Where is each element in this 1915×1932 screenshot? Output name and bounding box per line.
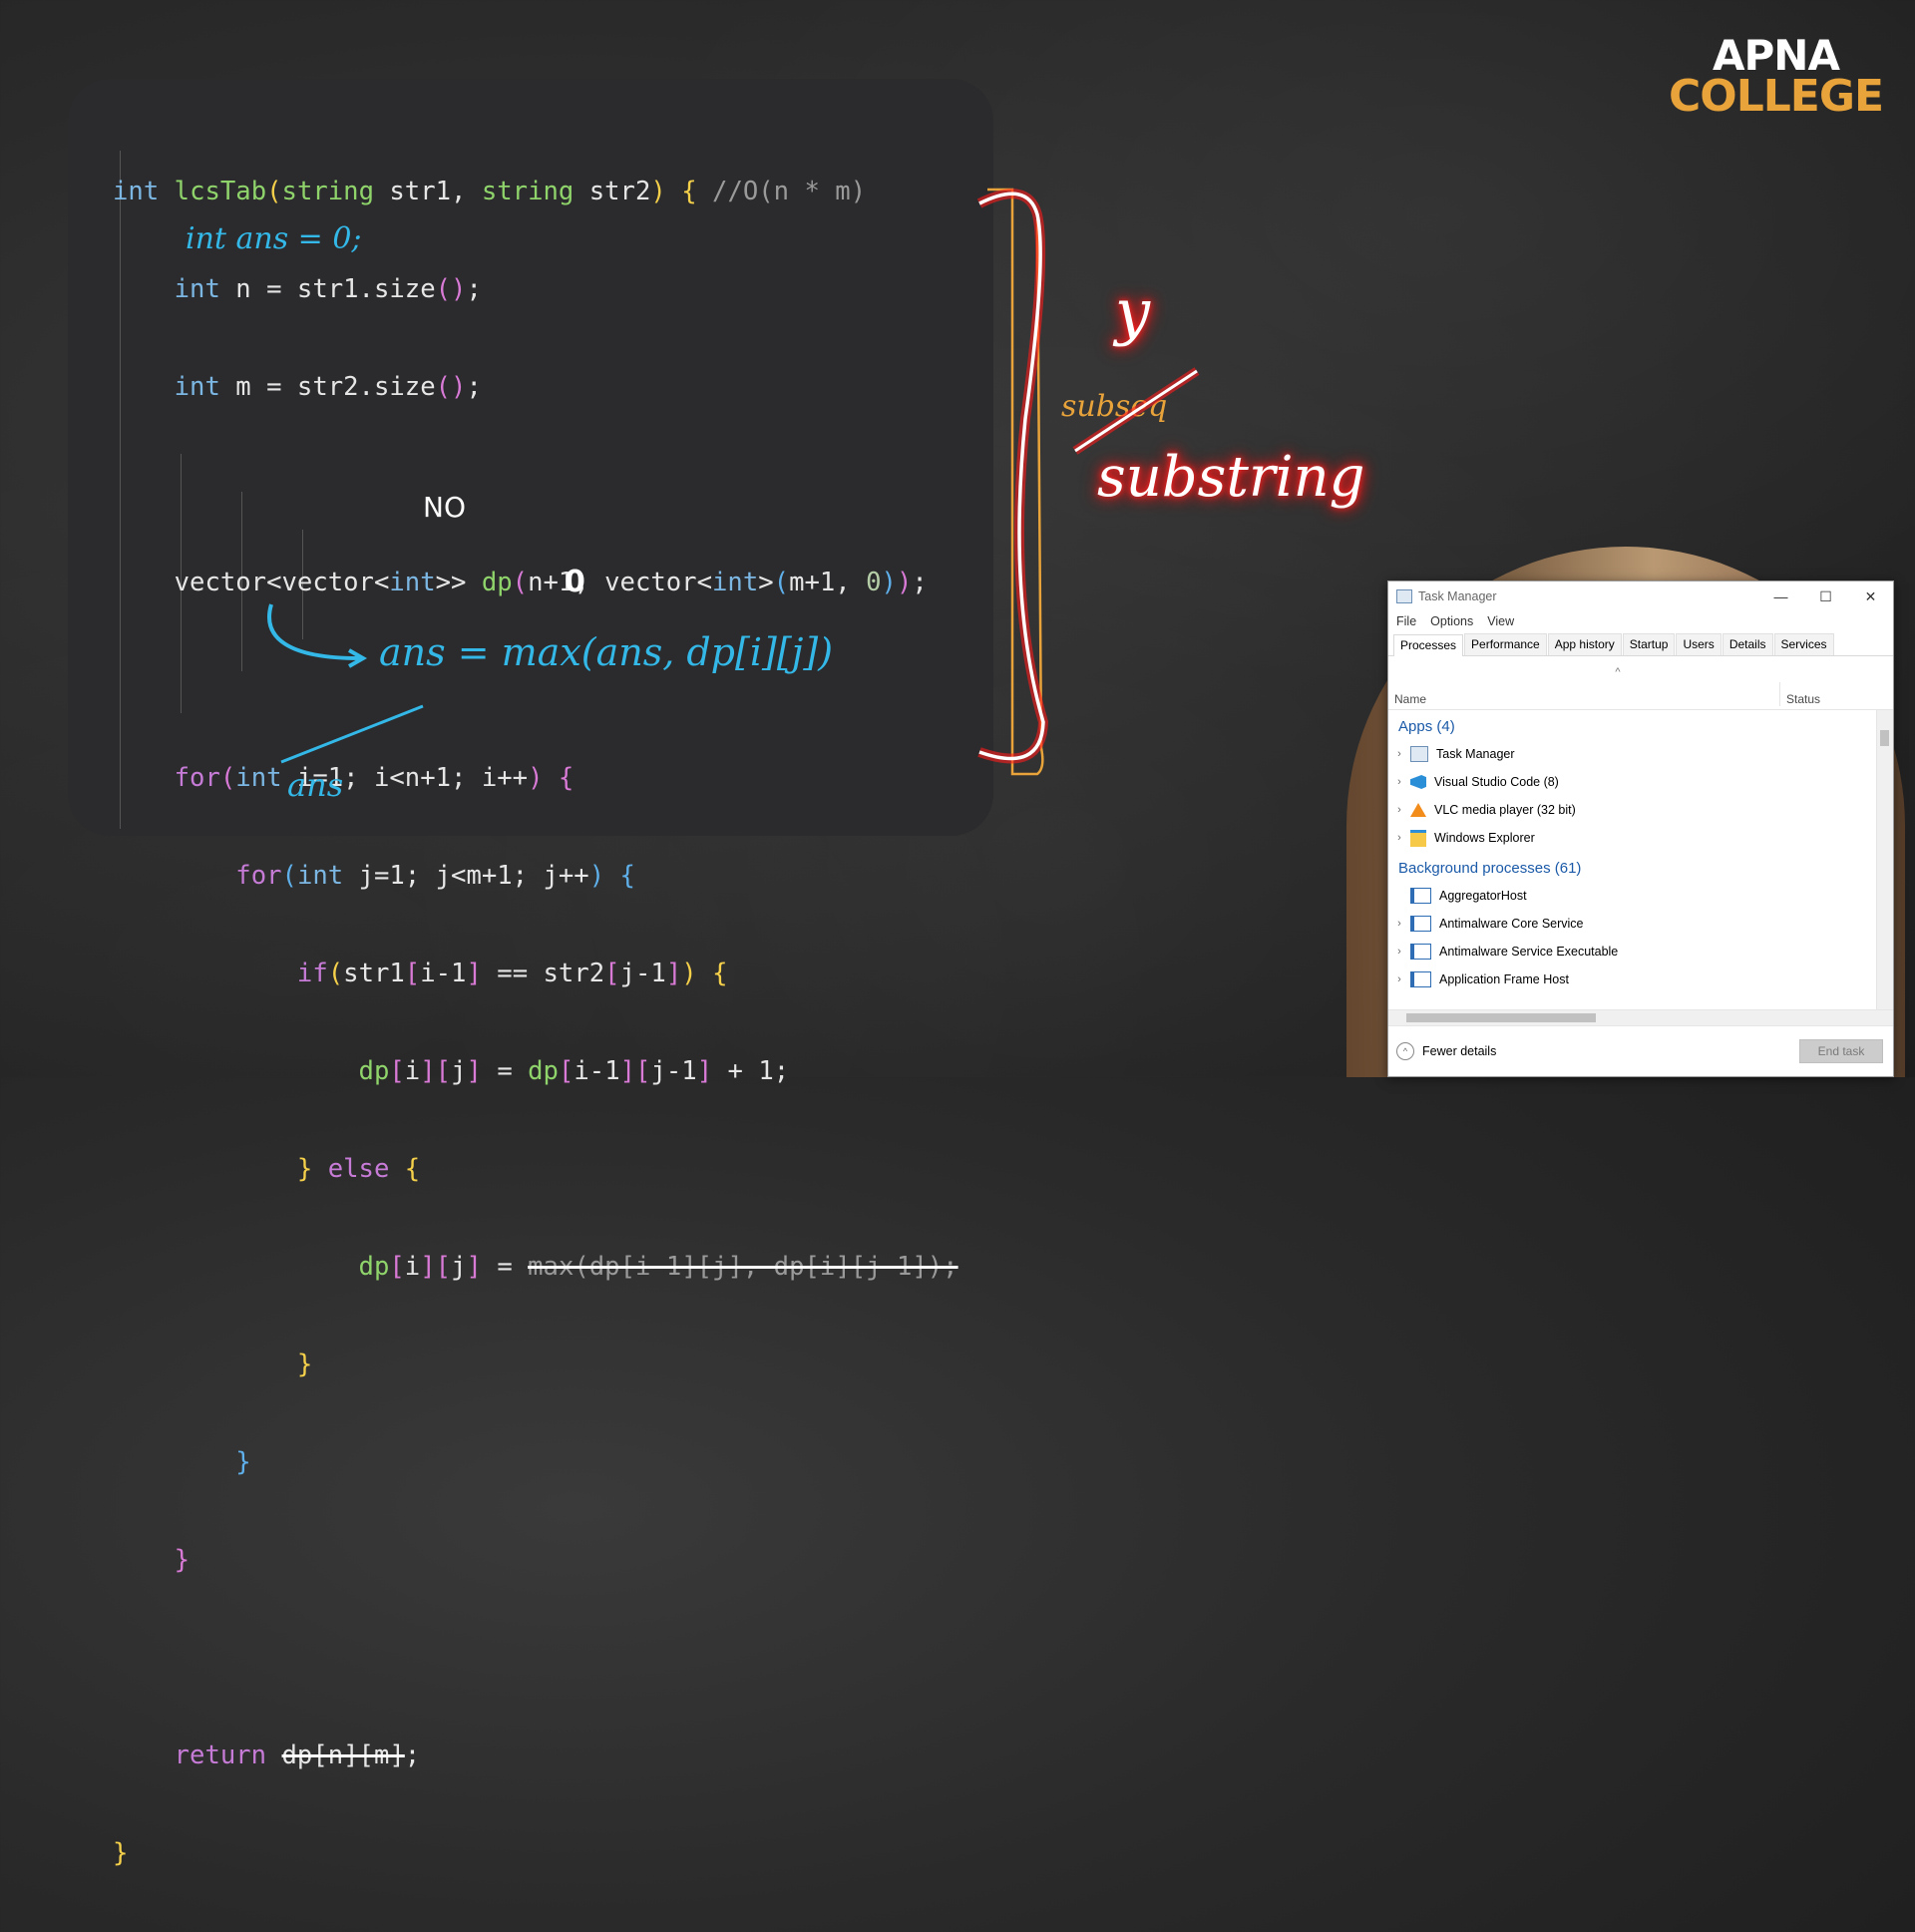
process-row[interactable]: › VLC media player (32 bit)	[1388, 796, 1893, 824]
code-line-13: }	[113, 1346, 958, 1383]
folder-icon	[1410, 829, 1426, 847]
process-list: Apps (4) › Task Manager › Visual Studio …	[1388, 710, 1893, 1009]
tab-strip: Processes Performance App history Startu…	[1388, 633, 1893, 656]
maximize-icon[interactable]: ☐	[1803, 588, 1848, 605]
column-header: Name Status	[1388, 682, 1893, 710]
code-keyword: return	[174, 1740, 267, 1770]
task-manager-icon	[1410, 746, 1428, 762]
fewer-details-button[interactable]: ^ Fewer details	[1388, 1042, 1496, 1060]
app-window-icon	[1410, 916, 1431, 932]
code-token: }	[296, 1350, 313, 1379]
apps-group-header[interactable]: Apps (4)	[1388, 710, 1893, 740]
chevron-right-icon[interactable]: ›	[1388, 776, 1410, 788]
code-line-17: return dp[n][m];	[113, 1737, 958, 1774]
tab-services[interactable]: Services	[1773, 633, 1834, 655]
process-name: Visual Studio Code (8)	[1434, 775, 1559, 789]
tab-users[interactable]: Users	[1676, 633, 1722, 655]
app-window-icon	[1410, 971, 1431, 987]
code-line-15: }	[113, 1541, 958, 1579]
chevron-right-icon[interactable]: ›	[1388, 748, 1410, 760]
horizontal-scrollbar[interactable]	[1388, 1009, 1893, 1026]
title-bar[interactable]: Task Manager — ☐ ✕	[1388, 581, 1893, 611]
scrollbar-thumb[interactable]	[1406, 1013, 1596, 1022]
window-controls: — ☐ ✕	[1758, 588, 1893, 605]
process-name: Windows Explorer	[1434, 831, 1535, 845]
vlc-icon	[1410, 803, 1426, 817]
code-line-11: } else {	[113, 1150, 958, 1188]
end-task-button[interactable]: End task	[1799, 1039, 1883, 1063]
process-name: Antimalware Core Service	[1439, 917, 1584, 931]
code-line-12: dp[i][j] = max(dp[i-1][j], dp[i][j-1]);	[113, 1248, 958, 1286]
menu-file[interactable]: File	[1396, 614, 1416, 628]
process-row[interactable]: › Task Manager	[1388, 740, 1893, 768]
task-manager-window: Task Manager — ☐ ✕ File Options View Pro…	[1387, 580, 1894, 1077]
struck-out-code: max(dp[i-1][j], dp[i][j-1]);	[528, 1252, 958, 1282]
menu-bar: File Options View	[1388, 611, 1893, 631]
process-name: AggregatorHost	[1439, 889, 1527, 903]
process-row[interactable]: › Visual Studio Code (8)	[1388, 768, 1893, 796]
code-token: }	[235, 1447, 251, 1477]
process-row[interactable]: › Application Frame Host	[1388, 966, 1893, 993]
chevron-right-icon[interactable]: ›	[1388, 832, 1410, 844]
code-token: dp	[358, 1252, 390, 1282]
code-token: ]	[420, 1252, 436, 1282]
vertical-scrollbar[interactable]	[1876, 710, 1893, 1009]
menu-view[interactable]: View	[1487, 614, 1514, 628]
annotation-red-strike	[1074, 369, 1198, 453]
struck-out-code: dp[n][m]	[281, 1740, 405, 1770]
process-name: Antimalware Service Executable	[1439, 945, 1619, 959]
minimize-icon[interactable]: —	[1758, 588, 1803, 605]
code-line-18: }	[113, 1834, 958, 1872]
column-name[interactable]: Name	[1388, 682, 1780, 706]
code-token: [	[389, 1252, 405, 1282]
process-row[interactable]: › Antimalware Core Service	[1388, 910, 1893, 938]
code-token: }	[174, 1545, 191, 1575]
annotation-arrow	[267, 603, 360, 660]
code-token: =	[481, 1252, 529, 1282]
fewer-details-label: Fewer details	[1422, 1044, 1497, 1058]
tab-details[interactable]: Details	[1722, 633, 1773, 655]
process-row[interactable]: AggregatorHost	[1388, 882, 1893, 910]
code-keyword: else	[312, 1154, 390, 1184]
code-token: {	[389, 1154, 421, 1184]
annotation-strike	[280, 704, 424, 764]
chevron-right-icon[interactable]: ›	[1388, 918, 1410, 930]
process-name: Task Manager	[1436, 747, 1515, 761]
code-token: j	[451, 1252, 467, 1282]
column-status[interactable]: Status	[1780, 692, 1820, 706]
footer: ^ Fewer details End task	[1388, 1025, 1893, 1076]
close-icon[interactable]: ✕	[1848, 588, 1893, 605]
tab-startup[interactable]: Startup	[1622, 633, 1676, 655]
code-token: }	[296, 1154, 313, 1184]
sort-caret-icon[interactable]: ^	[1388, 666, 1847, 682]
code-line-14: }	[113, 1443, 958, 1481]
app-window-icon	[1410, 944, 1431, 960]
code-token: }	[113, 1838, 129, 1868]
process-name: VLC media player (32 bit)	[1434, 803, 1576, 817]
process-row[interactable]: › Windows Explorer	[1388, 824, 1893, 852]
window-title: Task Manager	[1418, 589, 1497, 603]
code-token: ;	[404, 1740, 421, 1770]
tab-processes[interactable]: Processes	[1393, 634, 1464, 656]
tab-performance[interactable]: Performance	[1464, 633, 1547, 655]
process-row[interactable]: › Antimalware Service Executable	[1388, 938, 1893, 966]
chevron-right-icon[interactable]: ›	[1388, 973, 1410, 985]
task-manager-icon	[1396, 589, 1412, 603]
menu-options[interactable]: Options	[1430, 614, 1473, 628]
background-group-header[interactable]: Background processes (61)	[1388, 852, 1893, 882]
code-token: [	[435, 1252, 452, 1282]
app-window-icon	[1410, 888, 1431, 904]
code-token: ]	[466, 1252, 482, 1282]
scrollbar-thumb[interactable]	[1880, 730, 1889, 746]
process-name: Application Frame Host	[1439, 972, 1569, 986]
code-token: i	[404, 1252, 421, 1282]
tab-app-history[interactable]: App history	[1547, 633, 1622, 655]
vscode-icon	[1410, 775, 1426, 789]
chevron-up-icon: ^	[1396, 1042, 1414, 1060]
chevron-right-icon[interactable]: ›	[1388, 946, 1410, 958]
chevron-right-icon[interactable]: ›	[1388, 804, 1410, 816]
